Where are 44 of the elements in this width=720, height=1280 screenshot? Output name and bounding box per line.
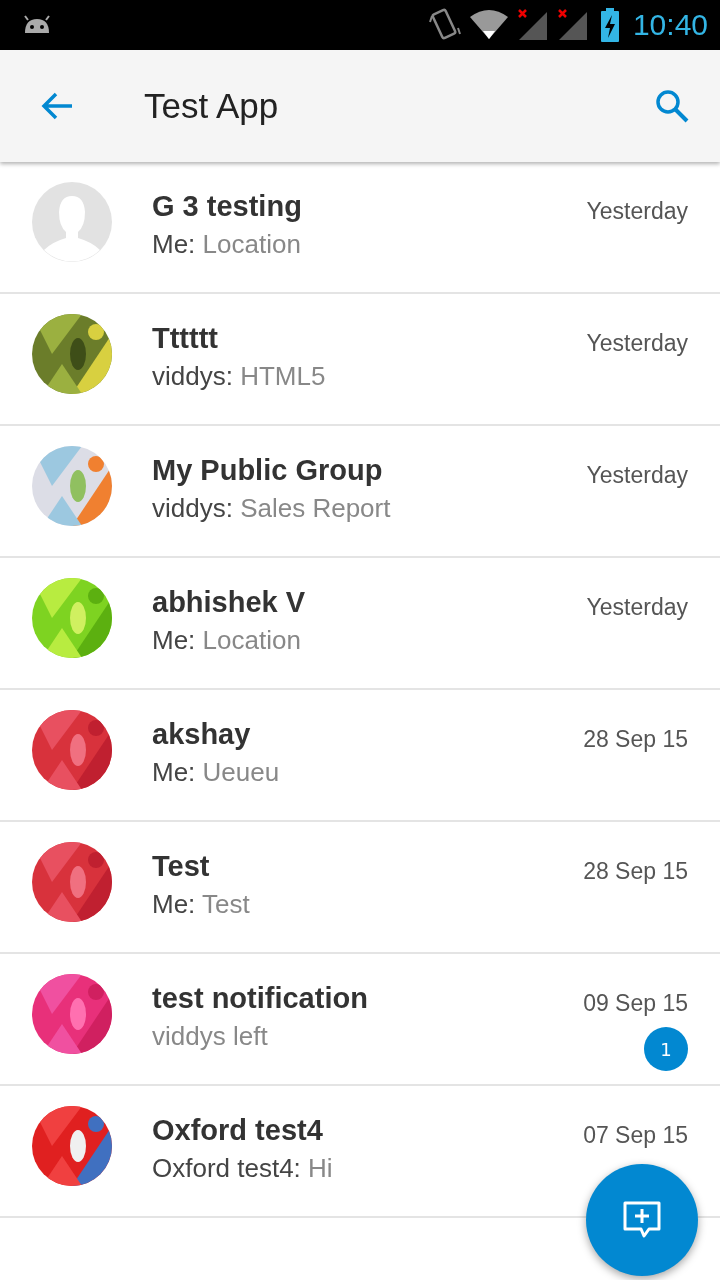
back-arrow-icon[interactable] [40, 91, 74, 121]
chat-name: G 3 testing [152, 190, 303, 223]
android-icon [22, 15, 52, 35]
message-preview: viddys: Sales Report [152, 493, 392, 524]
message-preview: Me: Test [152, 889, 251, 920]
message-preview: viddys: HTML5 [152, 361, 327, 392]
chat-time: Yesterday [586, 198, 688, 225]
chat-item[interactable]: abhishek V Me: Location Yesterday [0, 558, 720, 690]
chat-item[interactable]: My Public Group viddys: Sales Report Yesterday [0, 426, 720, 558]
chat-time: 28 Sep 15 [583, 858, 688, 885]
signal-icon [516, 8, 549, 42]
chat-name: Oxford test4 [152, 1114, 324, 1147]
chat-time: Yesterday [586, 330, 688, 357]
chat-item[interactable]: Test Me: Test 28 Sep 15 [0, 822, 720, 954]
chat-name: akshay [152, 718, 252, 751]
chat-item[interactable]: G 3 testing Me: Location Yesterday [0, 162, 720, 294]
message-preview: Me: Location [152, 229, 302, 260]
new-chat-button[interactable] [586, 1164, 698, 1276]
message-preview: Me: Location [152, 625, 302, 656]
signal-icon [556, 8, 589, 42]
chat-time: 09 Sep 15 [583, 990, 688, 1017]
message-preview: viddys left [152, 1021, 269, 1052]
status-time: 10:40 [632, 8, 708, 42]
battery-charging-icon [600, 8, 619, 42]
avatar-silhouette-icon [32, 182, 112, 262]
message-preview: Oxford test4: Hi [152, 1153, 334, 1184]
unread-count: 1 [644, 1027, 688, 1071]
chat-time: Yesterday [586, 462, 688, 489]
chat-item[interactable]: test notification viddys left 09 Sep 15 1 [0, 954, 720, 1086]
chat-name: test notification [152, 982, 369, 1015]
chat-time: 07 Sep 15 [583, 1122, 688, 1149]
message-preview: Me: Ueueu [152, 757, 281, 788]
vibrate-icon [428, 8, 461, 42]
chat-name: abhishek V [152, 586, 307, 619]
search-icon[interactable] [654, 88, 690, 124]
chat-item[interactable]: akshay Me: Ueueu 28 Sep 15 [0, 690, 720, 822]
chat-name: Test [152, 850, 211, 883]
chat-name: My Public Group [152, 454, 384, 487]
chat-time: 28 Sep 15 [583, 726, 688, 753]
chat-item[interactable]: Tttttt viddys: HTML5 Yesterday [0, 294, 720, 426]
new-message-icon [622, 1200, 662, 1240]
app-title: Test App [144, 86, 280, 126]
chat-name: Tttttt [152, 322, 219, 355]
chat-time: Yesterday [586, 594, 688, 621]
